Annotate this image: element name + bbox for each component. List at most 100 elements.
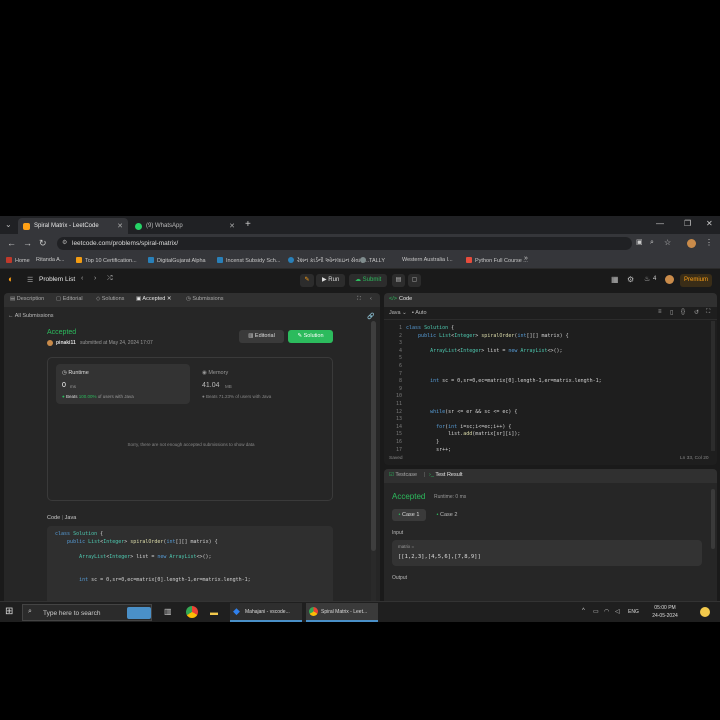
runtime-card[interactable]: ◷ Runtime 0 ms ● Beats 100.00% of users … xyxy=(56,364,190,404)
bookmark-certification[interactable]: Top 10 Certification... xyxy=(76,257,137,264)
bookmark-star-icon[interactable]: ☆ xyxy=(664,238,671,248)
share-link-icon[interactable]: 🔗 xyxy=(367,313,374,320)
weather-widget-icon[interactable] xyxy=(127,607,151,619)
bookmarks-more-icon[interactable]: » xyxy=(524,255,528,262)
tab-accepted[interactable]: ▣ Accepted ✕ xyxy=(136,296,172,302)
braces-icon[interactable]: {} xyxy=(681,309,685,315)
problem-list-link[interactable]: Problem List xyxy=(39,276,75,283)
site-info-icon[interactable]: ⚙ xyxy=(62,237,67,250)
fullscreen-icon[interactable]: ⛶ xyxy=(706,309,710,316)
forward-icon[interactable]: → xyxy=(23,238,32,248)
result-scrollbar[interactable] xyxy=(711,489,715,549)
tab-editorial[interactable]: ▢ Editorial xyxy=(56,296,83,302)
clock-date[interactable]: 24-05-2024 xyxy=(645,613,685,619)
windows-start-icon[interactable]: ⊞ xyxy=(5,607,13,617)
wifi-icon[interactable]: ◠ xyxy=(604,608,609,615)
window-close-button[interactable]: ✕ xyxy=(706,219,713,228)
close-icon[interactable]: ✕ xyxy=(117,222,123,230)
editorial-button[interactable]: ▥ Editorial xyxy=(239,330,284,343)
bookmark-home[interactable]: Home xyxy=(6,257,30,264)
bookmark-python[interactable]: Python Full Course ... xyxy=(466,257,528,264)
tab-whatsapp[interactable]: (9) WhatsApp ✕ xyxy=(130,218,240,234)
task-view-icon[interactable]: ▥ xyxy=(164,607,172,616)
menu-kebab-icon[interactable]: ⋮ xyxy=(705,238,713,248)
case-2-tab[interactable]: • Case 2 xyxy=(430,509,464,521)
scrollbar-track[interactable] xyxy=(371,321,376,607)
solution-button[interactable]: ✎ Solution xyxy=(288,330,333,343)
submitted-code-block[interactable]: class Solution { public List<Integer> sp… xyxy=(47,526,333,611)
submit-button[interactable]: ☁ Submit xyxy=(349,274,388,287)
user-avatar[interactable] xyxy=(665,275,674,284)
bookmark-subsidy[interactable]: Incenst Subsidy Sch... xyxy=(217,257,280,264)
battery-icon[interactable]: ▭ xyxy=(593,608,599,615)
file-explorer-icon[interactable]: ▬ xyxy=(210,608,218,617)
tab-search-icon[interactable]: ⌄ xyxy=(5,220,12,229)
minimize-button[interactable]: — xyxy=(656,219,664,228)
taskbar-app-vscode[interactable]: ◆ Mahajani - vscode... xyxy=(230,603,302,622)
bookmark-icon xyxy=(148,257,154,263)
reload-icon[interactable]: ↻ xyxy=(39,238,47,248)
url-bar[interactable]: ⚙ leetcode.com/problems/spiral-matrix/ xyxy=(57,237,632,250)
input-box[interactable]: matrix = [[1,2,3],[4,5,6],[7,8,9]] xyxy=(392,540,702,566)
taskbar-app-chrome[interactable]: Spiral Matrix - Leet... xyxy=(306,603,378,622)
scrollbar-thumb[interactable] xyxy=(371,321,376,551)
language-indicator[interactable]: ENG xyxy=(628,609,639,615)
new-tab-button[interactable]: + xyxy=(245,219,251,230)
layout-grid-icon[interactable]: ▦ xyxy=(611,275,619,284)
tab-description[interactable]: ▤ Description xyxy=(10,296,44,302)
bookmark-digitalgujarat[interactable]: DigitalGujarat Alpha xyxy=(148,257,206,264)
tab-leetcode[interactable]: Spiral Matrix - LeetCode ✕ xyxy=(18,218,128,234)
notes-icon[interactable]: ▤ xyxy=(392,274,405,287)
editor-scrollbar[interactable] xyxy=(711,321,715,451)
all-submissions-link[interactable]: ← All Submissions xyxy=(8,313,54,319)
tab-submissions[interactable]: ◷ Submissions xyxy=(186,296,224,302)
book-icon: ▥ xyxy=(248,333,255,339)
code-line: public List<Integer> spiralOrder(int[][]… xyxy=(67,538,218,545)
bookmark-western-australia[interactable]: Western Australia I... xyxy=(402,257,453,263)
shuffle-icon[interactable]: ⤮ xyxy=(107,275,113,283)
zoom-icon[interactable]: ⌕ xyxy=(650,238,654,248)
username[interactable]: pinaki11 xyxy=(56,340,76,346)
clock-time[interactable]: 05:00 PM xyxy=(645,605,685,611)
notification-icon[interactable] xyxy=(700,607,710,617)
streak-fire-icon[interactable]: ♨ xyxy=(644,275,650,283)
bookmark-tally[interactable]: TALLY xyxy=(360,257,385,264)
close-icon[interactable]: ✕ xyxy=(229,222,235,230)
beats-rest: of users with Java xyxy=(97,394,134,399)
cast-icon[interactable]: ▣ xyxy=(636,238,643,248)
language-select[interactable]: Java ⌄ xyxy=(389,310,407,316)
restore-button[interactable]: ❐ xyxy=(684,219,691,228)
windows-taskbar: ⊞ ⌕ Type here to search ▥ ▬ ◆ Mahajani -… xyxy=(0,601,720,622)
next-problem-icon[interactable]: › xyxy=(94,275,96,282)
editor-code[interactable]: class Solution { public List<Integer> sp… xyxy=(406,325,711,453)
autocomplete-toggle[interactable]: ▪ Auto xyxy=(412,310,427,316)
chrome-icon[interactable] xyxy=(186,606,198,618)
leetcode-logo-icon[interactable]: ◐ xyxy=(8,274,13,284)
profile-avatar[interactable] xyxy=(687,239,696,248)
tray-chevron-icon[interactable]: ^ xyxy=(582,608,585,614)
tab-solutions[interactable]: ◇ Solutions xyxy=(96,296,124,302)
bookmark-label: Western Australia I... xyxy=(402,257,453,263)
format-icon[interactable]: ≡ xyxy=(658,309,662,315)
volume-icon[interactable]: ◁ xyxy=(615,608,620,615)
tab-testcase[interactable]: ☑ Testcase xyxy=(389,472,417,478)
taskbar-search[interactable]: ⌕ Type here to search xyxy=(22,604,152,621)
bookmark-ritanda[interactable]: Ritanda A... xyxy=(36,257,64,263)
submitted-time: submitted at May 24, 2024 17:07 xyxy=(80,340,153,346)
settings-icon[interactable]: ⚙ xyxy=(627,275,634,284)
bookmark-icon[interactable]: ▯ xyxy=(670,309,673,316)
run-button[interactable]: ▶ Run xyxy=(316,274,346,287)
collapse-icon[interactable]: ‹ xyxy=(370,296,372,302)
bookmark-ration-card[interactable]: રેશન કાર્ડની ઓનલાઇન સેવા | ... xyxy=(288,257,369,265)
case-1-tab[interactable]: • Case 1 xyxy=(392,509,426,521)
premium-button[interactable]: Premium xyxy=(680,274,713,287)
prev-problem-icon[interactable]: ‹ xyxy=(81,275,83,282)
debug-icon[interactable]: ✎ xyxy=(300,274,314,287)
reset-icon[interactable]: ↺ xyxy=(694,309,699,316)
layout-icon[interactable]: ▢ xyxy=(408,274,421,287)
back-icon[interactable]: ← xyxy=(7,238,16,248)
expand-icon[interactable]: ⛶ xyxy=(357,296,361,303)
memory-card[interactable]: ◉ Memory 41.04 MB ● Beats 71.23% of user… xyxy=(198,364,326,404)
tab-test-result[interactable]: ›_ Test Result xyxy=(429,472,463,478)
